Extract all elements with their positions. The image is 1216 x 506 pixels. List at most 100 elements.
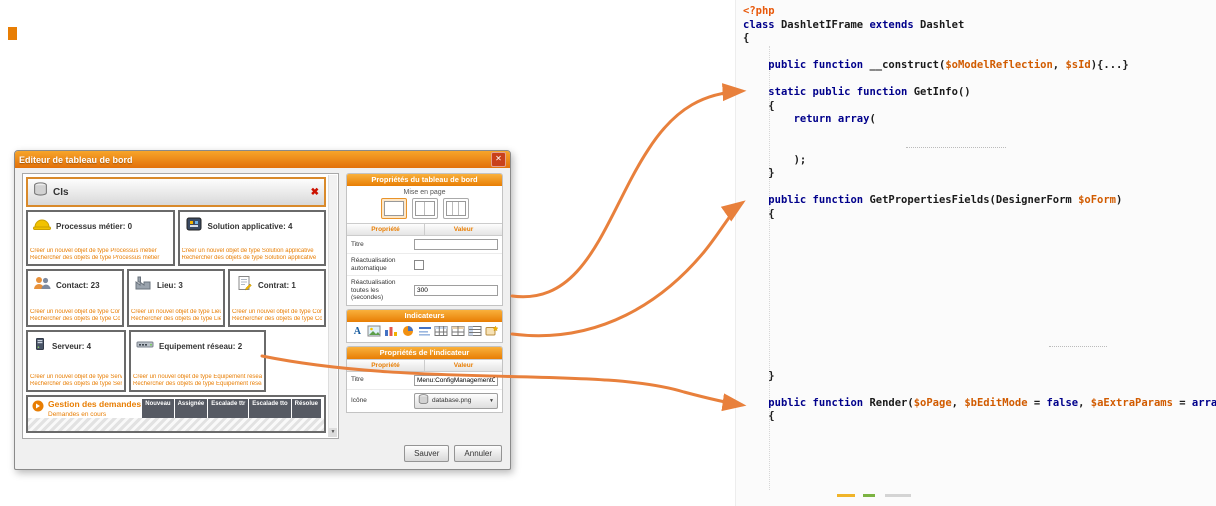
bar-chart-dashlet-icon[interactable] bbox=[384, 325, 399, 338]
code-panel: <?phpclass DashletIFrame extends Dashlet… bbox=[735, 0, 1216, 506]
cropped-code-fragment bbox=[863, 494, 875, 497]
server-icon bbox=[32, 336, 48, 357]
dashboard-editor-dialog: Editeur de tableau de bord ✕ CIs ✖ Proce… bbox=[14, 150, 511, 470]
table-dashlet-icon[interactable] bbox=[434, 325, 449, 338]
icon-select-value: database.png bbox=[432, 397, 486, 404]
layout-one-column-button[interactable] bbox=[381, 198, 407, 219]
badge-dashlet-icon[interactable] bbox=[484, 325, 499, 338]
dashlet-cis-header[interactable]: CIs ✖ bbox=[26, 177, 326, 207]
search-object-link[interactable]: Rechercher des objets de type Lieu bbox=[131, 316, 221, 323]
pivot-table-dashlet-icon[interactable] bbox=[467, 325, 482, 338]
layout-two-columns-button[interactable] bbox=[412, 198, 438, 219]
tile-title: Contact: 23 bbox=[56, 281, 100, 290]
icon-select-dropdown[interactable]: database.png ▼ bbox=[414, 393, 498, 409]
create-object-link[interactable]: Créer un nouvel objet de type Contrat bbox=[232, 309, 322, 316]
auto-refresh-label: Réactualisation automatique bbox=[351, 257, 414, 272]
scroll-down-icon[interactable]: ▼ bbox=[329, 428, 337, 437]
dashlet-tile-processus-metier[interactable]: Processus métier: 0 Créer un nouvel obje… bbox=[26, 210, 175, 266]
properties-panel: Propriétés du tableau de bord Mise en pa… bbox=[346, 173, 503, 413]
tile-title: Solution applicative: 4 bbox=[208, 222, 293, 231]
column-header: Nouveau bbox=[142, 399, 173, 418]
column-header: Assignée bbox=[175, 399, 208, 418]
dashboard-preview: CIs ✖ Processus métier: 0 Créer un nouve… bbox=[22, 173, 339, 439]
cropped-code-fragment bbox=[837, 494, 855, 497]
folded-code-hint bbox=[906, 147, 1006, 148]
arrow-indicator-props-to-getpropertiesfields bbox=[512, 203, 742, 336]
create-object-link[interactable]: Créer un nouvel objet de type Serveur bbox=[30, 374, 122, 381]
search-object-link[interactable]: Rechercher des objets de type Solution a… bbox=[182, 255, 323, 262]
refresh-seconds-input[interactable] bbox=[414, 285, 498, 296]
tile-title: Lieu: 3 bbox=[157, 281, 183, 290]
layout-three-columns-button[interactable] bbox=[443, 198, 469, 219]
search-object-link[interactable]: Rechercher des objets de type Processus … bbox=[30, 255, 171, 262]
database-icon bbox=[33, 182, 48, 202]
requests-subtitle: Demandes en cours bbox=[48, 411, 141, 418]
create-object-link[interactable]: Créer un nouvel objet de type Contact bbox=[30, 309, 120, 316]
contract-icon bbox=[234, 275, 254, 296]
requests-icon bbox=[32, 399, 44, 417]
location-icon bbox=[133, 275, 153, 296]
search-object-link[interactable]: Rechercher des objets de type Contrat bbox=[232, 316, 322, 323]
create-object-link[interactable]: Créer un nouvel objet de type Solution a… bbox=[182, 248, 323, 255]
contacts-icon bbox=[32, 275, 52, 296]
preview-scrollbar[interactable]: ▼ bbox=[328, 175, 337, 437]
cancel-button[interactable]: Annuler bbox=[454, 445, 502, 462]
network-device-icon bbox=[135, 336, 155, 357]
dashboard-title-input[interactable] bbox=[414, 239, 498, 250]
requests-title: Gestion des demandes bbox=[48, 399, 141, 409]
indicator-properties-header: Propriétés de l'indicateur bbox=[347, 347, 502, 359]
chart-placeholder-hatch bbox=[28, 418, 324, 431]
php-code: <?phpclass DashletIFrame extends Dashlet… bbox=[743, 5, 1216, 505]
indicator-icon-label: Icône bbox=[351, 397, 414, 405]
tile-title: Contrat: 1 bbox=[258, 281, 296, 290]
dashlet-tile-contrat[interactable]: Contrat: 1 Créer un nouvel objet de type… bbox=[228, 269, 326, 327]
dashlet-tile-equipement-reseau[interactable]: Equipement réseau: 2 Créer un nouvel obj… bbox=[129, 330, 266, 392]
indicator-title-label: Titre bbox=[351, 376, 414, 384]
dashlet-tile-lieu[interactable]: Lieu: 3 Créer un nouvel objet de type Li… bbox=[127, 269, 225, 327]
cropped-code-fragment bbox=[885, 494, 911, 497]
grouped-table-dashlet-icon[interactable] bbox=[451, 325, 466, 338]
search-object-link[interactable]: Rechercher des objets de type Equipement… bbox=[133, 381, 262, 388]
property-column-header: Propriété bbox=[347, 224, 425, 235]
auto-refresh-checkbox[interactable] bbox=[414, 260, 424, 270]
dialog-close-icon[interactable]: ✕ bbox=[491, 152, 506, 167]
image-dashlet-icon[interactable] bbox=[367, 325, 382, 338]
dashlet-tile-solution-applicative[interactable]: Solution applicative: 4 Créer un nouvel … bbox=[178, 210, 327, 266]
tile-title: Processus métier: 0 bbox=[56, 222, 132, 231]
create-object-link[interactable]: Créer un nouvel objet de type Processus … bbox=[30, 248, 171, 255]
layout-label: Mise en page bbox=[347, 189, 502, 196]
chevron-down-icon: ▼ bbox=[489, 398, 494, 404]
indicator-title-input[interactable] bbox=[414, 375, 498, 386]
column-header: Escalade tto bbox=[249, 399, 290, 418]
arrow-indicators-to-getinfo bbox=[512, 91, 742, 297]
column-header: Résolue bbox=[292, 399, 321, 418]
dashlet-remove-icon[interactable]: ✖ bbox=[311, 187, 319, 198]
dialog-titlebar[interactable]: Editeur de tableau de bord ✕ bbox=[15, 151, 510, 168]
indicators-box: Indicateurs A bbox=[346, 309, 503, 343]
search-object-link[interactable]: Rechercher des objets de type Contact bbox=[30, 316, 120, 323]
title-label: Titre bbox=[351, 241, 414, 249]
header-dashlet-icon[interactable] bbox=[417, 325, 432, 338]
save-button[interactable]: Sauver bbox=[404, 445, 449, 462]
refresh-every-label: Réactualisation toutes les (secondes) bbox=[351, 279, 414, 302]
indicators-toolbar: A bbox=[347, 322, 502, 342]
create-object-link[interactable]: Créer un nouvel objet de type Equipement… bbox=[133, 374, 262, 381]
tile-title: Serveur: 4 bbox=[52, 342, 91, 351]
dashlet-tile-contact[interactable]: Contact: 23 Créer un nouvel objet de typ… bbox=[26, 269, 124, 327]
dashlet-requests[interactable]: Gestion des demandes Demandes en cours N… bbox=[26, 395, 326, 433]
dashboard-properties-box: Propriétés du tableau de bord Mise en pa… bbox=[346, 173, 503, 306]
application-icon bbox=[184, 216, 204, 237]
page: Editeur de tableau de bord ✕ CIs ✖ Proce… bbox=[0, 0, 1216, 506]
value-column-header: Valeur bbox=[425, 360, 502, 371]
text-dashlet-icon[interactable]: A bbox=[350, 325, 365, 338]
requests-table-header: Nouveau Assignée Escalade ttr Escalade t… bbox=[142, 399, 321, 418]
value-column-header: Valeur bbox=[425, 224, 502, 235]
property-column-header: Propriété bbox=[347, 360, 425, 371]
search-object-link[interactable]: Rechercher des objets de type Serveur bbox=[30, 381, 122, 388]
pie-chart-dashlet-icon[interactable] bbox=[400, 325, 415, 338]
indicators-header: Indicateurs bbox=[347, 310, 502, 322]
create-object-link[interactable]: Créer un nouvel objet de type Lieu bbox=[131, 309, 221, 316]
folded-code-hint bbox=[1049, 346, 1107, 347]
database-icon bbox=[418, 392, 429, 410]
dashlet-tile-serveur[interactable]: Serveur: 4 Créer un nouvel objet de type… bbox=[26, 330, 126, 392]
